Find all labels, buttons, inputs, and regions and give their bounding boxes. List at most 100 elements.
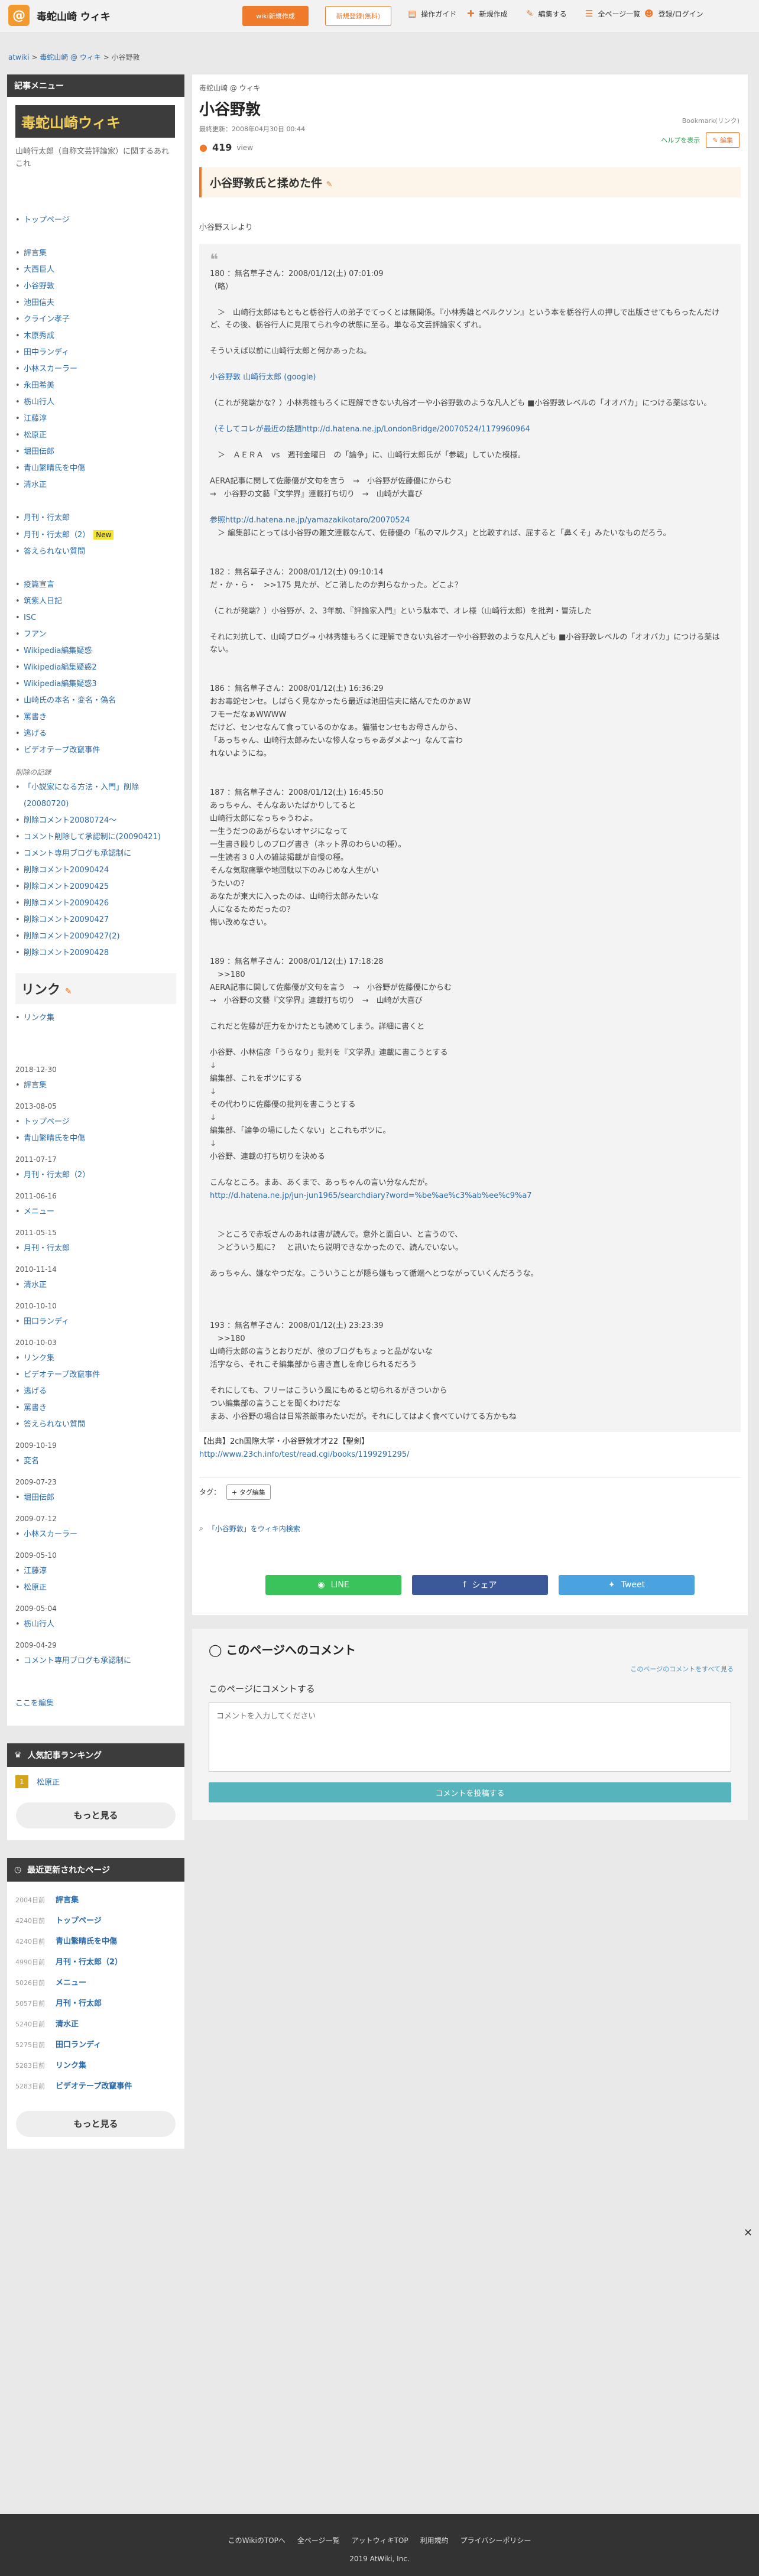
site-logo[interactable]: @ 毒蛇山崎 ウィキ (8, 5, 111, 26)
menu-item[interactable]: 小林スカーラー (15, 361, 176, 378)
history-link[interactable]: 松原正 (24, 1583, 47, 1592)
deleted-link[interactable]: 削除コメント20090424 (24, 866, 109, 875)
history-link[interactable]: 月刊・行太郎 (24, 1244, 70, 1253)
menu-item[interactable]: Wikipedia編集疑惑 (15, 643, 176, 660)
menu-item[interactable]: 木原秀成 (15, 328, 176, 345)
menu-item[interactable]: 月刊・行太郎（2）New (15, 527, 176, 544)
login-link[interactable]: ☻ 登録/ログイン (644, 8, 703, 19)
recent-link[interactable]: ビデオテープ改竄事件 (56, 2076, 132, 2097)
menu-item[interactable]: 栃山行人 (15, 394, 176, 411)
recent-item[interactable]: 5275日前 田口ランディ (15, 2035, 176, 2055)
history-link[interactable]: 清水正 (24, 1281, 47, 1289)
deleted-link[interactable]: コメント専用ブログも承認制に (24, 849, 131, 858)
links-link[interactable]: リンク集 (24, 1013, 54, 1022)
menu-link[interactable]: 堀田伝郎 (24, 447, 54, 456)
recent-link[interactable]: リンク集 (56, 2055, 86, 2076)
history-link[interactable]: 江藤淳 (24, 1567, 47, 1576)
menu-item[interactable]: ISC (15, 610, 176, 626)
deleted-item[interactable]: 削除コメント20090424 (15, 862, 176, 879)
recent-link[interactable]: 月刊・行太郎 (56, 1993, 102, 2014)
deleted-link[interactable]: 削除コメント20090427 (24, 915, 109, 924)
deleted-link[interactable]: 「小説家になる方法・入門」削除(20080720) (24, 783, 139, 808)
menu-link[interactable]: 青山繁晴氏を中傷 (24, 464, 85, 473)
history-item[interactable]: 青山繁晴氏を中傷 (15, 1131, 176, 1147)
menu-item[interactable]: 山崎氏の本名・変名・偽名 (15, 693, 176, 709)
ranking-item[interactable]: 1 松原正 (15, 1775, 176, 1788)
menu-link[interactable]: 木原秀成 (24, 332, 54, 340)
history-item[interactable]: 小林スカーラー (15, 1526, 176, 1543)
history-link[interactable]: 答えられない質問 (24, 1420, 85, 1429)
menu-link[interactable]: 松原正 (24, 431, 47, 440)
menu-link[interactable]: 小林スカーラー (24, 365, 77, 373)
menu-link[interactable]: ビデオテープ改竄事件 (24, 746, 100, 755)
line-share-button[interactable]: ◉ LINE (265, 1574, 401, 1595)
recent-item[interactable]: 5240日前 清水正 (15, 2014, 176, 2035)
pencil-icon[interactable]: ✎ (65, 987, 72, 996)
create-wiki-button[interactable]: wiki新規作成 (242, 6, 309, 26)
site-title[interactable]: 毒蛇山崎 ウィキ (37, 8, 111, 23)
history-link[interactable]: 月刊・行太郎（2） (24, 1171, 90, 1180)
history-item[interactable]: 松原正 (15, 1580, 176, 1596)
menu-item[interactable]: Wikipedia編集疑惑3 (15, 676, 176, 693)
recent-link[interactable]: 評言集 (56, 1890, 79, 1911)
footer-link[interactable]: プライバシーポリシー (460, 2535, 531, 2545)
deleted-item[interactable]: 削除コメント20090425 (15, 879, 176, 895)
menu-link[interactable]: 月刊・行太郎（2） (24, 531, 90, 540)
history-link[interactable]: 栃山行人 (24, 1620, 54, 1629)
recent-item[interactable]: 5283日前 ビデオテープ改竄事件 (15, 2076, 176, 2097)
comment-input[interactable] (209, 1702, 731, 1772)
menu-item[interactable]: 田中ランディ (15, 345, 176, 361)
menu-link[interactable]: 山崎氏の本名・変名・偽名 (24, 696, 116, 705)
deleted-link[interactable]: 削除コメント20090425 (24, 882, 109, 891)
history-item[interactable]: コメント専用ブログも承認制に (15, 1653, 176, 1669)
menu-link[interactable]: 清水正 (24, 480, 47, 489)
edit-link[interactable]: ✎ 編集する (526, 8, 585, 19)
menu-item[interactable]: 清水正 (15, 477, 176, 493)
menu-item[interactable]: 青山繁晴氏を中傷 (15, 460, 176, 477)
menu-link[interactable]: トップページ (24, 216, 70, 225)
history-item[interactable]: 堀田伝郎 (15, 1490, 176, 1506)
menu-link[interactable]: ISC (24, 613, 36, 622)
deleted-item[interactable]: 削除コメント20090427(2) (15, 928, 176, 945)
deleted-link[interactable]: コメント削除して承認制に(20090421) (24, 833, 161, 842)
deleted-item[interactable]: 削除コメント20090428 (15, 945, 176, 961)
history-item[interactable]: 評言集 (15, 1077, 176, 1094)
menu-link[interactable]: 池田信夫 (24, 298, 54, 307)
deleted-item[interactable]: コメント削除して承認制に(20090421) (15, 829, 176, 846)
deleted-item[interactable]: 「小説家になる方法・入門」削除(20080720) (15, 779, 176, 813)
links-item[interactable]: リンク集 (15, 1010, 176, 1026)
history-item[interactable]: 栃山行人 (15, 1616, 176, 1633)
wiki-search-text[interactable]: 「小谷野敦」をウィキ内検索 (208, 1523, 300, 1534)
recent-more-button[interactable]: もっと見る (16, 2110, 176, 2137)
deleted-item[interactable]: 削除コメント20080724〜 (15, 813, 176, 829)
menu-item[interactable]: フアン (15, 626, 176, 643)
menu-link[interactable]: 筑紫人日記 (24, 597, 62, 606)
history-item[interactable]: 変名 (15, 1453, 176, 1470)
history-link[interactable]: 罵書き (24, 1404, 47, 1412)
menu-link[interactable]: Wikipedia編集疑惑2 (24, 663, 97, 672)
breadcrumb-atwiki[interactable]: atwiki (8, 53, 30, 61)
ranking-more-button[interactable]: もっと見る (16, 1802, 176, 1828)
history-item[interactable]: 清水正 (15, 1277, 176, 1294)
edit-menu-link[interactable]: ここを編集 (15, 1699, 54, 1708)
history-item[interactable]: 月刊・行太郎（2） (15, 1167, 176, 1184)
menu-link[interactable]: 田中ランディ (24, 348, 69, 357)
menu-link[interactable]: 答えられない質問 (24, 547, 85, 556)
facebook-share-button[interactable]: f シェア (412, 1574, 548, 1595)
recent-link[interactable]: メニュー (56, 1973, 86, 1993)
wiki-search-link[interactable]: ⌕ 「小谷野敦」をウィキ内検索 (199, 1523, 741, 1534)
menu-link[interactable]: 永田希美 (24, 381, 54, 390)
all-pages-link[interactable]: ☰ 全ページ一覧 (585, 8, 644, 19)
breadcrumb-wiki[interactable]: 毒蛇山崎 @ ウィキ (40, 53, 101, 61)
history-link[interactable]: 青山繁晴氏を中傷 (24, 1134, 85, 1143)
history-link[interactable]: トップページ (24, 1118, 70, 1126)
menu-link[interactable]: 評言集 (24, 249, 47, 258)
rank-title[interactable]: 松原正 (37, 1776, 60, 1787)
footer-link[interactable]: 利用規約 (420, 2535, 449, 2545)
recent-link[interactable]: 青山繁晴氏を中傷 (56, 1931, 117, 1952)
history-item[interactable]: 答えられない質問 (15, 1417, 176, 1433)
history-item[interactable]: 月刊・行太郎 (15, 1240, 176, 1257)
recent-item[interactable]: 4240日前 トップページ (15, 1911, 176, 1931)
twitter-share-button[interactable]: ✦ Tweet (559, 1574, 695, 1595)
menu-item[interactable]: 罵書き (15, 709, 176, 726)
